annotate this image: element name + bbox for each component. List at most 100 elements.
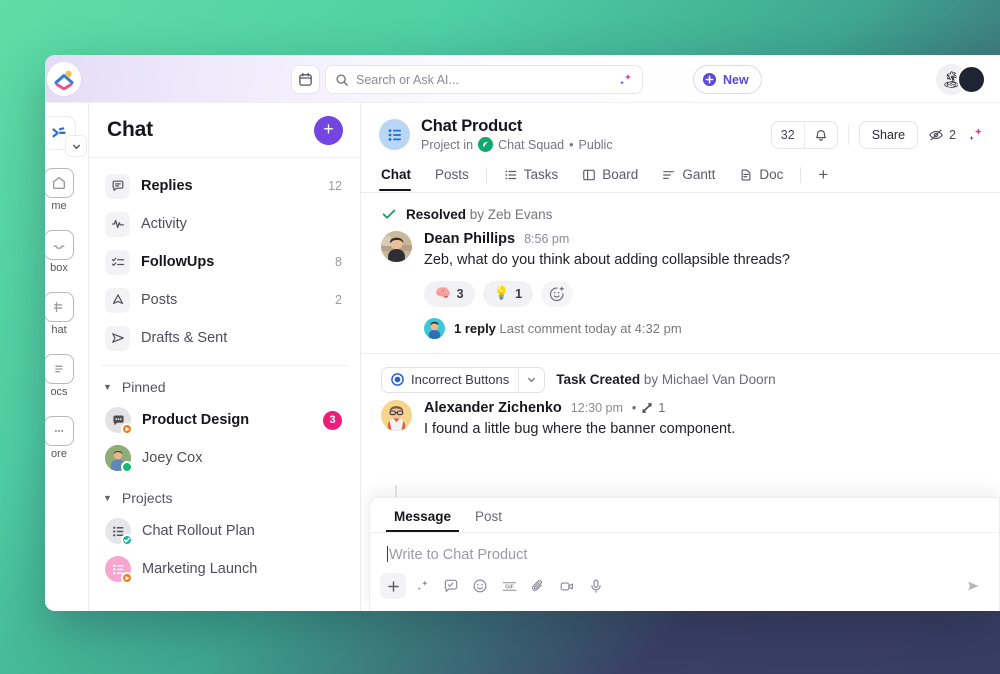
video-icon[interactable]: [554, 573, 580, 599]
rail-item-home[interactable]: me: [45, 159, 88, 221]
rail-item-docs[interactable]: ocs: [45, 345, 88, 407]
app-window: Search or Ask AI... New 🏝 me box hat ocs…: [45, 55, 1000, 611]
message-composer: Message Post Write to Chat Product GIF: [369, 497, 1000, 611]
search-icon: [335, 73, 349, 87]
sidebar-item-joey-cox[interactable]: Joey Cox: [99, 439, 350, 477]
add-icon[interactable]: [380, 573, 406, 599]
share-button[interactable]: Share: [858, 120, 919, 149]
reaction-brain[interactable]: 🧠 3: [424, 280, 475, 307]
alexander-avatar[interactable]: [381, 399, 412, 431]
chat-group-avatar: [105, 407, 133, 435]
new-button[interactable]: New: [693, 65, 762, 94]
avatar-secondary[interactable]: [957, 65, 986, 94]
task-created-event: Incorrect Buttons Task Created by Michae…: [361, 354, 1000, 393]
message-author[interactable]: Dean Phillips: [424, 231, 515, 247]
group-header-projects[interactable]: ▼ Projects: [89, 477, 360, 512]
add-reaction-icon[interactable]: [541, 280, 574, 307]
composer-toolbar: GIF: [370, 565, 999, 611]
calendar-icon[interactable]: [291, 65, 320, 94]
tab-label: Chat: [381, 167, 411, 182]
send-icon[interactable]: [965, 577, 983, 595]
chevron-down-icon[interactable]: [518, 367, 544, 392]
sidebar-item-drafts-sent[interactable]: Drafts & Sent: [99, 319, 350, 357]
tab-label: Gantt: [682, 167, 716, 182]
tab-doc[interactable]: Doc: [727, 167, 795, 191]
ai-sparkle-icon[interactable]: [409, 573, 435, 599]
composer-tab-message[interactable]: Message: [382, 506, 463, 532]
checklist-icon: [105, 249, 130, 275]
tab-tasks[interactable]: Tasks: [492, 167, 571, 191]
breadcrumb-sep: •: [569, 137, 574, 152]
sidebar-item-replies[interactable]: Replies 12: [99, 167, 350, 205]
space-name[interactable]: Chat Squad: [498, 138, 564, 152]
ai-sparkle-icon[interactable]: [617, 72, 633, 88]
sidebar-item-label: Product Design: [142, 412, 250, 428]
project-list-icon: [379, 119, 410, 150]
ai-sparkle-icon[interactable]: [966, 126, 984, 144]
orange-flag-badge: [121, 423, 133, 435]
rail-item-more[interactable]: ore: [45, 407, 88, 469]
sidebar-item-product-design[interactable]: Product Design 3: [99, 401, 350, 439]
bell-icon[interactable]: [803, 121, 837, 148]
workspace-switcher[interactable]: [45, 107, 88, 159]
add-view-button[interactable]: +: [806, 166, 840, 192]
more-icon: [45, 416, 74, 446]
divider: [800, 166, 802, 183]
message-stream[interactable]: Resolved by Zeb Evans Dean Phillips 8:56…: [361, 193, 1000, 611]
message-time: 8:56 pm: [524, 232, 570, 246]
orange-flag-badge: [121, 572, 133, 584]
replier-avatar: [424, 317, 445, 339]
reactions: 🧠 3 💡 1: [424, 280, 982, 307]
group-label: Pinned: [121, 379, 166, 395]
gif-icon[interactable]: GIF: [496, 573, 522, 599]
task-status-chip[interactable]: Incorrect Buttons: [381, 366, 546, 393]
tab-board[interactable]: Board: [570, 167, 650, 191]
sidebar-item-chat-rollout-plan[interactable]: Chat Rollout Plan: [99, 512, 350, 550]
breadcrumb: Project in Chat Squad • Public: [421, 137, 613, 152]
notifications-pill[interactable]: 32: [770, 120, 838, 149]
task-check-icon[interactable]: [438, 573, 464, 599]
breadcrumb-prefix: Project in: [421, 137, 474, 152]
task-chip-label: Incorrect Buttons: [411, 372, 510, 388]
reaction-count: 1: [515, 286, 523, 301]
microphone-icon[interactable]: [583, 573, 609, 599]
message-author[interactable]: Alexander Zichenko: [424, 400, 562, 416]
megaphone-icon: [105, 287, 130, 313]
project-header-row: Chat Product Project in Chat Squad • Pub…: [379, 117, 984, 152]
activity-pulse-icon: [105, 211, 130, 237]
thread-summary[interactable]: 1 reply Last comment today at 4:32 pm: [424, 317, 982, 339]
chat-nav-list: Replies 12 Activity FollowUps 8 Posts 2 …: [89, 158, 360, 357]
group-header-pinned[interactable]: ▼ Pinned: [89, 366, 360, 401]
tab-chat[interactable]: Chat: [379, 167, 423, 191]
emoji-icon[interactable]: [467, 573, 493, 599]
sidebar-item-marketing-launch[interactable]: Marketing Launch: [99, 550, 350, 588]
search-input[interactable]: Search or Ask AI...: [356, 73, 610, 87]
sidebar-item-followups[interactable]: FollowUps 8: [99, 243, 350, 281]
dean-avatar[interactable]: [381, 231, 412, 262]
rail-item-chat[interactable]: hat: [45, 283, 88, 345]
send-plane-icon: [105, 325, 130, 351]
svg-text:GIF: GIF: [505, 584, 515, 590]
watchers-indicator[interactable]: 2: [928, 127, 956, 143]
reaction-bulb[interactable]: 💡 1: [482, 280, 534, 307]
sidebar-item-activity[interactable]: Activity: [99, 205, 350, 243]
tab-posts[interactable]: Posts: [423, 167, 481, 191]
bulb-emoji: 💡: [493, 286, 510, 301]
task-status-radio-icon: [391, 373, 404, 386]
sidebar-item-posts[interactable]: Posts 2: [99, 281, 350, 319]
message-input[interactable]: Write to Chat Product: [370, 533, 999, 565]
plus-circle-icon: [702, 72, 717, 87]
clickup-logo-icon[interactable]: [47, 62, 81, 96]
new-chat-button[interactable]: +: [314, 115, 343, 145]
tab-gantt[interactable]: Gantt: [650, 167, 727, 191]
attachment-icon[interactable]: [525, 573, 551, 599]
chevron-down-icon[interactable]: [65, 135, 87, 157]
rail-item-inbox[interactable]: box: [45, 221, 88, 283]
person-avatar: [105, 445, 133, 473]
plus-icon: +: [818, 165, 829, 184]
search-bar[interactable]: Search or Ask AI...: [325, 65, 643, 94]
rail-item-label: hat: [51, 324, 67, 336]
message-time: 12:30 pm: [570, 400, 623, 415]
message-thread-meta[interactable]: • 1: [632, 401, 665, 415]
composer-tab-post[interactable]: Post: [463, 506, 514, 532]
